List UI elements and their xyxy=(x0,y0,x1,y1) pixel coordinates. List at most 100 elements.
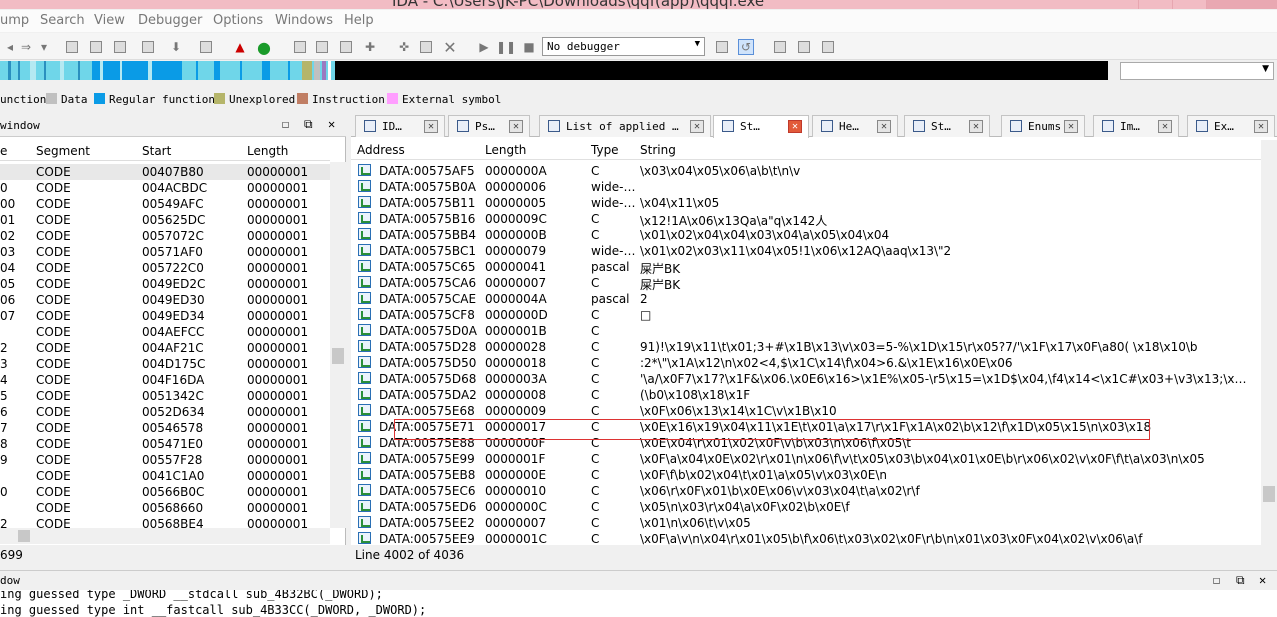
menu-search[interactable]: Search xyxy=(40,13,85,28)
menu-options[interactable]: Options xyxy=(213,13,263,28)
close-icon[interactable]: ✕ xyxy=(424,120,438,133)
tab-pseudocode[interactable]: Ps… ✕ xyxy=(448,115,530,137)
close-icon[interactable]: ✕ xyxy=(788,120,802,133)
close-icon[interactable]: ✕ xyxy=(1259,573,1266,587)
text-search-icon[interactable] xyxy=(88,39,104,55)
string-row[interactable]: DATA:00575E71 00000017 C \x0E\x16\x19\x04\x… xyxy=(351,419,1261,435)
debugger-select[interactable]: No debugger ▼ xyxy=(542,37,705,56)
tab-ida-view[interactable]: ID… ✕ xyxy=(355,115,445,137)
segment-row[interactable]: 03 CODE 00571AF0 00000001 xyxy=(0,244,330,260)
string-row[interactable]: DATA:00575E88 0000000F C \x0E\x04\r\x01\x02… xyxy=(351,435,1261,451)
string-row[interactable]: DATA:00575D50 00000018 C:2*\"\x1A\x12\n\x0… xyxy=(351,355,1261,371)
chevron-down-icon[interactable]: ▾ xyxy=(36,39,52,55)
segment-row[interactable]: 0 CODE 00566B0C 00000001 xyxy=(0,484,330,500)
close-icon[interactable]: ✕ xyxy=(509,120,523,133)
column-header-segment[interactable]: Segment xyxy=(36,144,90,158)
string-row[interactable]: DATA:00575CA6 00000007 C 屎屵BK xyxy=(351,275,1261,292)
close-icon[interactable]: ✕ xyxy=(690,120,704,133)
column-header-length[interactable]: Length xyxy=(485,143,526,157)
segment-row[interactable]: 01 CODE 005625DC 00000001 xyxy=(0,212,330,228)
string-row[interactable]: DATA:00575E99 0000001F C \x0F\a\x04\x0E\x02… xyxy=(351,451,1261,467)
close-icon[interactable]: ✕ xyxy=(328,117,335,131)
warning-icon[interactable]: ▲ xyxy=(232,39,248,55)
stop-icon[interactable]: ■ xyxy=(521,39,537,55)
menu-debugger[interactable]: Debugger xyxy=(138,13,202,28)
string-row[interactable]: DATA:00575EC6 00000010 C \x06\r\x0F\x01\b\x… xyxy=(351,483,1261,499)
segment-row[interactable]: 04 CODE 005722C0 00000001 xyxy=(0,260,330,276)
tab-structures[interactable]: St… ✕ xyxy=(904,115,990,137)
segment-row[interactable]: 7 CODE 00546578 00000001 xyxy=(0,420,330,436)
segment-row[interactable]: 8 CODE 005471E0 00000001 xyxy=(0,436,330,452)
string-row[interactable]: DATA:00575EB8 0000000E C \x0F\f\b\x02\x04\t… xyxy=(351,467,1261,483)
navigation-band[interactable] xyxy=(0,61,1108,80)
segment-row[interactable]: 5 CODE 0051342C 00000001 xyxy=(0,388,330,404)
menu-jump[interactable]: ump xyxy=(0,13,29,28)
forward-icon[interactable]: ⇒ xyxy=(18,39,34,55)
breakpoints-icon[interactable] xyxy=(772,39,788,55)
string-row[interactable]: DATA:00575E68 00000009 C \x0F\x06\x13\x14\x… xyxy=(351,403,1261,419)
play-icon[interactable]: ▶ xyxy=(476,39,492,55)
edit-icon[interactable] xyxy=(418,39,434,55)
segment-row[interactable]: 07 CODE 0049ED34 00000001 xyxy=(0,308,330,324)
segment-row[interactable]: 3 CODE 004D175C 00000001 xyxy=(0,356,330,372)
string-row[interactable]: DATA:00575DA2 00000008 C (\b0\x108\x18\x1F xyxy=(351,387,1261,403)
string-row[interactable]: DATA:00575B16 0000009C C \x12!1A\x06\x13Qa\… xyxy=(351,211,1261,228)
tab-enums[interactable]: Enums ✕ xyxy=(1001,115,1085,137)
string-row[interactable]: DATA:00575C65 00000041 pascal 屎屵BK xyxy=(351,259,1261,276)
restore-icon[interactable]: ☐ xyxy=(282,117,289,131)
pause-icon[interactable]: ❚❚ xyxy=(496,39,516,55)
close-icon[interactable]: ✕ xyxy=(1158,120,1172,133)
string-row[interactable]: DATA:00575BB4 0000000B C \x01\x02\x04\x04\x… xyxy=(351,227,1261,243)
close-window-button[interactable] xyxy=(1206,0,1277,9)
close-icon[interactable]: ✕ xyxy=(969,120,983,133)
output-window[interactable]: ing guessed type _DWORD __stdcall sub_4B… xyxy=(0,590,1277,617)
minimize-button[interactable] xyxy=(1138,0,1172,9)
float-icon[interactable]: ⧉ xyxy=(304,117,313,132)
segment-row[interactable]: CODE 004AEFCC 00000001 xyxy=(0,324,330,340)
binary-search-icon[interactable] xyxy=(64,39,80,55)
xref-icon[interactable]: ✚ xyxy=(362,39,378,55)
menu-windows[interactable]: Windows xyxy=(275,13,333,28)
modules-icon[interactable] xyxy=(820,39,836,55)
immediate-search-icon[interactable] xyxy=(112,39,128,55)
string-row[interactable]: DATA:00575D68 0000003A C '\a/\x0F7\x17?\x1F… xyxy=(351,371,1261,387)
segment-row[interactable]: 4 CODE 004F16DA 00000001 xyxy=(0,372,330,388)
patch-icon[interactable] xyxy=(198,39,214,55)
segment-row[interactable]: CODE 00407B80 00000001 xyxy=(0,164,330,180)
column-header-string[interactable]: String xyxy=(640,143,676,157)
plugin-icon[interactable]: ✜ xyxy=(396,39,412,55)
restore-icon[interactable]: ☐ xyxy=(1213,573,1220,587)
string-row[interactable]: DATA:00575ED6 0000000C C \x05\n\x03\r\x04\a… xyxy=(351,499,1261,515)
jump-icon[interactable] xyxy=(140,39,156,55)
string-row[interactable]: DATA:00575AF5 0000000A C \x03\x04\x05\x06\a… xyxy=(351,163,1261,179)
column-header-name[interactable]: e xyxy=(0,144,7,158)
navigation-combo[interactable]: ▼ xyxy=(1120,62,1274,80)
tab-applied-signatures[interactable]: List of applied … ✕ xyxy=(539,115,711,137)
segment-row[interactable]: 2 CODE 004AF21C 00000001 xyxy=(0,340,330,356)
segment-row[interactable]: CODE 0041C1A0 00000001 xyxy=(0,468,330,484)
segment-row[interactable]: 02 CODE 0057072C 00000001 xyxy=(0,228,330,244)
string-row[interactable]: DATA:00575CAE 0000004A pascal 2 xyxy=(351,291,1261,307)
struct-icon[interactable] xyxy=(314,39,330,55)
close-icon[interactable]: ✕ xyxy=(1064,120,1078,133)
segment-row[interactable]: 0 CODE 004ACBDC 00000001 xyxy=(0,180,330,196)
segment-row[interactable]: 05 CODE 0049ED2C 00000001 xyxy=(0,276,330,292)
string-row[interactable]: DATA:00575B0A 00000006 wide-… xyxy=(351,179,1261,195)
menu-help[interactable]: Help xyxy=(344,13,374,28)
green-circle-icon[interactable]: ● xyxy=(256,38,272,57)
graph-icon[interactable] xyxy=(292,39,308,55)
tab-hex-view[interactable]: He… ✕ xyxy=(812,115,898,137)
maximize-button[interactable] xyxy=(1172,0,1206,9)
column-header-start[interactable]: Start xyxy=(142,144,171,158)
vertical-scrollbar[interactable] xyxy=(1261,140,1277,545)
string-row[interactable]: DATA:00575EE2 00000007 C \x01\n\x06\t\v\x05 xyxy=(351,515,1261,531)
down-arrow-icon[interactable]: ⬇ xyxy=(168,39,184,55)
function-icon[interactable] xyxy=(338,39,354,55)
menu-view[interactable]: View xyxy=(94,13,125,28)
string-row[interactable]: DATA:00575BC1 00000079 wide-… \x01\x02\x03\… xyxy=(351,243,1261,259)
horizontal-scrollbar[interactable] xyxy=(0,528,330,544)
string-row[interactable]: DATA:00575B11 00000005 wide-… \x04\x11\x05 xyxy=(351,195,1261,211)
back-icon[interactable]: ◂ xyxy=(2,39,18,55)
segment-row[interactable]: 6 CODE 0052D634 00000001 xyxy=(0,404,330,420)
threads-icon[interactable] xyxy=(796,39,812,55)
